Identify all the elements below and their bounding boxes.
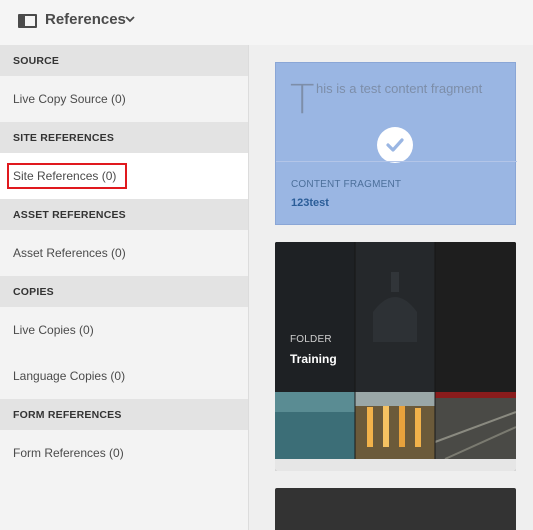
page-title[interactable]: References: [45, 11, 126, 28]
card-type: CONTENT FRAGMENT: [291, 179, 402, 190]
card-divider: [276, 161, 517, 162]
sidebar-item-label: Live Copy Source (0): [13, 92, 126, 106]
asset-grid: T his is a test content fragment CONTENT…: [249, 45, 533, 530]
sidebar-item-label: Form References (0): [13, 446, 124, 460]
card-title: 123test: [291, 197, 329, 209]
card-overlay: [275, 242, 516, 392]
references-rail: SOURCE Live Copy Source (0) SITE REFEREN…: [0, 45, 248, 530]
sidebar-item-label: Live Copies (0): [13, 323, 94, 337]
section-heading-copies: COPIES: [0, 276, 248, 307]
preview-initial: T: [290, 77, 315, 123]
sidebar-item-label: Language Copies (0): [13, 369, 126, 383]
sidebar-item-label: Site References (0): [7, 163, 128, 189]
section-heading-source: SOURCE: [0, 45, 248, 76]
folder-card[interactable]: FOLDER Training: [275, 242, 516, 471]
card-footer: [275, 459, 516, 471]
section-heading-form-references: FORM REFERENCES: [0, 399, 248, 430]
sidebar-item-label: Asset References (0): [13, 246, 126, 260]
asset-card-partial[interactable]: [275, 488, 516, 530]
sidebar-item-language-copies[interactable]: Language Copies (0): [0, 353, 248, 399]
section-heading-site-references: SITE REFERENCES: [0, 122, 248, 153]
sidebar-item-asset-references[interactable]: Asset References (0): [0, 230, 248, 276]
content-fragment-card[interactable]: T his is a test content fragment CONTENT…: [275, 62, 517, 225]
chevron-down-icon[interactable]: [125, 14, 135, 24]
card-title: Training: [290, 352, 337, 366]
sidebar-item-live-copies[interactable]: Live Copies (0): [0, 307, 248, 353]
sidebar-item-live-copy-source[interactable]: Live Copy Source (0): [0, 76, 248, 122]
sidebar-item-form-references[interactable]: Form References (0): [0, 430, 248, 476]
checkmark-icon[interactable]: [377, 127, 413, 163]
top-bar: References: [0, 0, 533, 45]
rail-toggle-icon[interactable]: [18, 14, 37, 28]
section-heading-asset-references: ASSET REFERENCES: [0, 199, 248, 230]
sidebar-item-site-references[interactable]: Site References (0): [0, 153, 248, 199]
preview-text: his is a test content fragment: [316, 81, 483, 96]
card-type: FOLDER: [290, 334, 332, 345]
